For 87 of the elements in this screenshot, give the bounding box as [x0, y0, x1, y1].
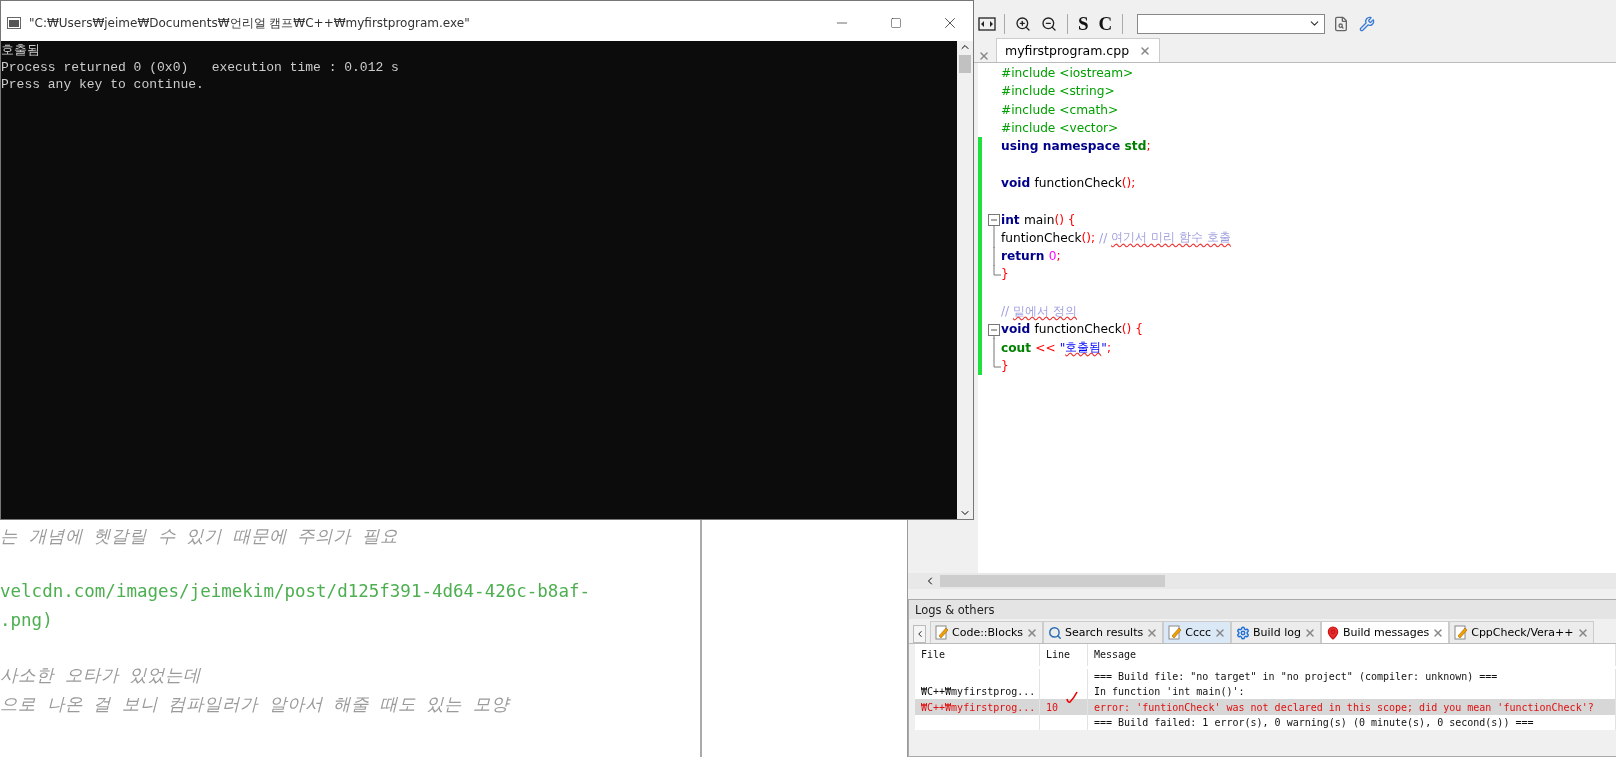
- check-mark-drawing: [1065, 690, 1079, 704]
- console-text: 호출됨: [1, 42, 40, 59]
- code-text: () {: [1054, 212, 1076, 227]
- code-text: functionCheck: [1034, 175, 1122, 190]
- code-text: 호출됨: [1065, 339, 1102, 357]
- scrollbar-thumb[interactable]: [940, 575, 1165, 587]
- log-tab[interactable]: Code::Blocks: [930, 621, 1044, 643]
- message-text: === Build failed: 1 error(s), 0 warning(s) (0 minute(s), 0 second(s)) ===: [1094, 716, 1534, 728]
- column-header[interactable]: Message: [1088, 644, 1616, 666]
- log-tab[interactable]: Build log: [1231, 621, 1321, 643]
- code-text: () {: [1121, 322, 1143, 337]
- column-header[interactable]: File: [915, 644, 1040, 666]
- fit-icon[interactable]: [978, 16, 996, 31]
- code-text: functionCheck: [1034, 322, 1122, 337]
- note-text: 사소한 오타가 있었는데: [0, 664, 202, 687]
- panel-title: Logs & others: [915, 602, 995, 617]
- code-text: ;: [1056, 249, 1061, 264]
- note-icon: [935, 625, 949, 640]
- code-text: //: [1099, 230, 1109, 245]
- code-text: void: [1001, 175, 1032, 190]
- note-icon: [1454, 625, 1469, 640]
- zoom-in-icon[interactable]: [1015, 15, 1031, 32]
- message-text: error: 'funtionCheck' was not declared in this scope; did you mean 'functionCheck'?: [1094, 701, 1594, 713]
- close-icon[interactable]: [978, 50, 990, 62]
- code-text: //: [1001, 304, 1011, 318]
- log-tab[interactable]: Cccc: [1163, 621, 1232, 643]
- wrench-icon[interactable]: [1359, 15, 1376, 32]
- file-text: ₩C++₩myfirstprog...: [921, 686, 1036, 698]
- message-text: In function 'int main()':: [1094, 686, 1245, 698]
- close-icon[interactable]: [1303, 626, 1316, 639]
- note-icon: [1168, 625, 1183, 640]
- code-text: int: [1001, 212, 1021, 227]
- code-text: ;: [1146, 139, 1151, 154]
- code-text: ();: [1121, 175, 1136, 190]
- maximize-icon[interactable]: [890, 17, 902, 29]
- file-text: ₩C++₩myfirstprog...: [921, 701, 1036, 713]
- close-icon[interactable]: [1146, 626, 1159, 639]
- find-file-icon[interactable]: [1333, 15, 1350, 32]
- code-text: void: [1001, 322, 1032, 337]
- code-text: cout: [1001, 340, 1033, 355]
- code-text: using namespace: [1001, 139, 1122, 154]
- code-text: main: [1023, 212, 1055, 227]
- code-text: #include <string>: [1001, 84, 1115, 99]
- search-combo[interactable]: [1137, 13, 1326, 34]
- code-text: 0: [1048, 249, 1057, 264]
- message-text: === Build file: "no target" in "no project" (compiler: unknown) ===: [1094, 670, 1498, 682]
- search-icon: [1048, 625, 1063, 640]
- code-editor[interactable]: [908, 63, 1616, 573]
- settings-icon: [1236, 625, 1251, 640]
- pin-icon: [1325, 625, 1340, 640]
- code-text: <<: [1035, 340, 1057, 355]
- log-tab[interactable]: Build messages: [1320, 621, 1450, 643]
- log-tab[interactable]: CppCheck/Vera++: [1449, 621, 1594, 643]
- code-text: 밑에서 정의: [1013, 302, 1077, 320]
- code-text: ;: [1106, 340, 1111, 355]
- log-tab[interactable]: Search results: [1043, 621, 1164, 643]
- toolbar-letter-button[interactable]: C: [1096, 12, 1115, 35]
- close-icon[interactable]: [1432, 626, 1445, 639]
- window-title: "C:₩Users₩jeime₩Documents₩언리얼 캠프₩C++₩myfirstprogram.exe": [29, 14, 471, 32]
- code-text: }: [1001, 358, 1009, 373]
- code-text: #include <cmath>: [1001, 102, 1119, 117]
- tab-scroll-button[interactable]: [913, 625, 926, 643]
- column-header[interactable]: Line: [1040, 644, 1088, 666]
- line-text: 10: [1046, 701, 1059, 713]
- code-text: #include <iostream>: [1001, 66, 1134, 81]
- file-tab[interactable]: myfirstprogram.cpp: [996, 38, 1161, 62]
- scrollbar-thumb[interactable]: [959, 55, 971, 73]
- code-text: ": [1101, 340, 1107, 355]
- close-icon[interactable]: [1139, 44, 1152, 57]
- code-text: ": [1059, 340, 1066, 355]
- console-text: Process returned 0 (0x0) execution time : 0.012 s: [1, 59, 399, 76]
- close-icon[interactable]: [1214, 626, 1227, 639]
- note-text: 으로 나온 걸 보니 컴파일러가 알아서 해줄 때도 있는 모양: [0, 693, 509, 716]
- console-text: Press any key to continue.: [1, 76, 204, 93]
- note-text: 는 개념에 헷갈릴 수 있기 때문에 주의가 필요: [0, 525, 398, 548]
- zoom-out-icon[interactable]: [1041, 15, 1057, 32]
- code-text: #include <vector>: [1001, 121, 1119, 136]
- code-text: 여기서 미리 함수 호출: [1111, 229, 1231, 247]
- console-icon: [7, 17, 21, 29]
- code-text: return: [1001, 249, 1046, 264]
- code-text: ();: [1081, 230, 1097, 245]
- close-icon[interactable]: [1026, 626, 1039, 639]
- code-text: std: [1124, 139, 1147, 154]
- code-text: }: [1001, 267, 1009, 282]
- code-text: funtionCheck: [1001, 230, 1082, 245]
- close-icon[interactable]: [1576, 626, 1589, 639]
- toolbar-letter-button[interactable]: S: [1076, 12, 1091, 35]
